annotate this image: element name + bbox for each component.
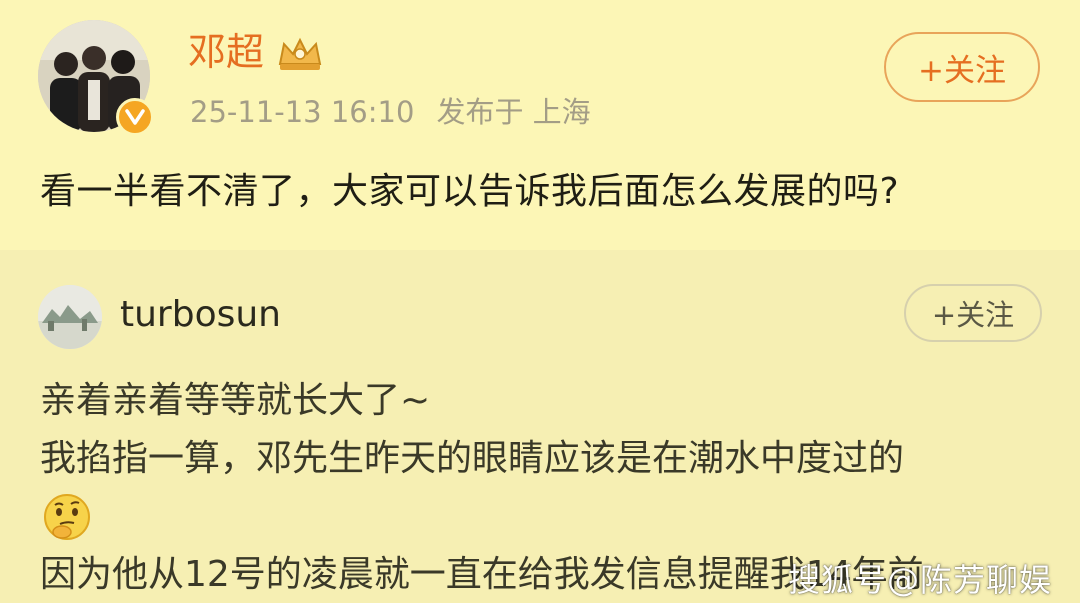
crown-icon	[278, 37, 322, 70]
follow-commenter-button[interactable]: +关注	[904, 284, 1042, 342]
post-timestamp: 25-11-13 16:10	[190, 95, 415, 129]
commenter-avatar[interactable]	[38, 285, 102, 349]
post-card: 邓超 25-11-13 16:10 发布于 上海 +关注 看一半看不清了，大家可以…	[0, 0, 1080, 250]
commenter-username[interactable]: turbosun	[120, 290, 281, 340]
post-location: 发布于 上海	[436, 95, 591, 129]
comment-line-1: 亲着亲着等等就长大了~	[40, 380, 431, 421]
verified-badge-icon	[116, 98, 154, 136]
comment-line-2: 我掐指一算，邓先生昨天的眼睛应该是在潮水中度过的	[40, 438, 905, 479]
post-text: 看一半看不清了，大家可以告诉我后面怎么发展的吗?	[40, 171, 900, 212]
post-meta: 25-11-13 16:10 发布于 上海	[190, 92, 591, 132]
author-name[interactable]: 邓超	[188, 28, 264, 76]
watermark: 搜狐号@陈芳聊娱	[788, 561, 1053, 599]
follow-author-button[interactable]: +关注	[884, 32, 1040, 102]
thinking-face-emoji-icon	[44, 494, 90, 540]
